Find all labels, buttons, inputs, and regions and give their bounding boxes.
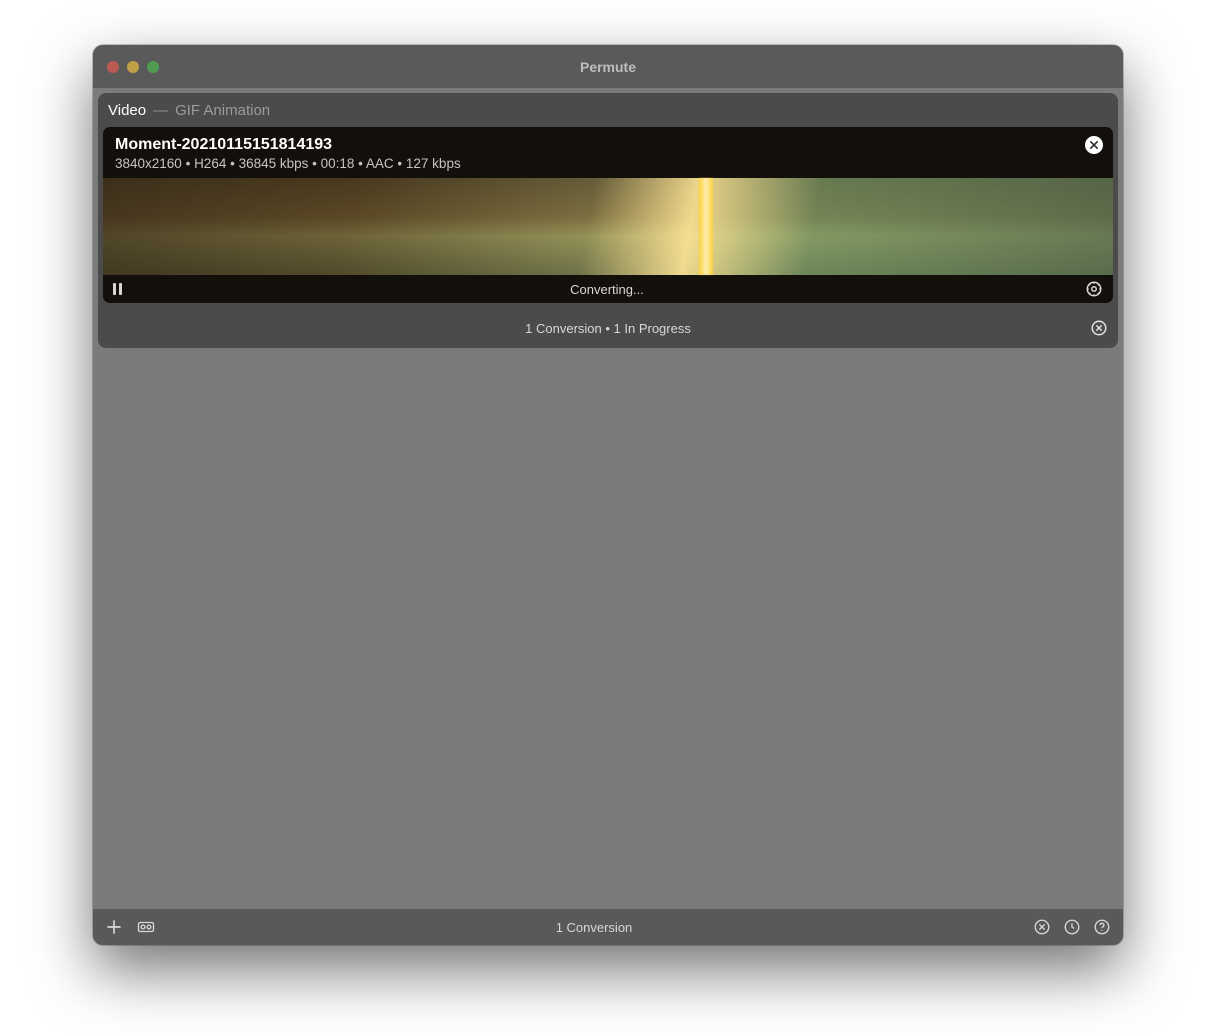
bottom-toolbar: 1 Conversion xyxy=(93,909,1123,945)
history-button[interactable] xyxy=(1063,918,1081,936)
toolbar-summary: 1 Conversion xyxy=(155,920,1033,935)
add-button[interactable] xyxy=(105,918,123,936)
close-icon xyxy=(1090,141,1098,149)
presets-button[interactable] xyxy=(137,918,155,936)
toolbar-left xyxy=(105,918,155,936)
category-label: Video xyxy=(108,102,146,119)
group-footer: 1 Conversion • 1 In Progress xyxy=(98,308,1118,348)
traffic-lights xyxy=(93,61,159,73)
separator: — xyxy=(153,102,168,119)
video-thumbnail xyxy=(103,178,1113,275)
item-controls: Converting... xyxy=(103,275,1113,303)
cancel-all-button[interactable] xyxy=(1033,918,1051,936)
cancel-circle-icon xyxy=(1033,918,1051,936)
group-summary: 1 Conversion • 1 In Progress xyxy=(98,321,1118,336)
help-button[interactable] xyxy=(1093,918,1111,936)
content-area: Video — GIF Animation Moment-20210115151… xyxy=(93,88,1123,909)
conversion-item: Moment-20210115151814193 3840x2160 • H26… xyxy=(103,127,1113,303)
titlebar[interactable]: Permute xyxy=(93,45,1123,88)
conversion-status: Converting... xyxy=(129,282,1085,297)
group-header[interactable]: Video — GIF Animation xyxy=(98,93,1118,127)
item-settings-button[interactable] xyxy=(1085,280,1103,298)
toolbar-right xyxy=(1033,918,1111,936)
pause-icon xyxy=(113,283,116,295)
file-metadata: 3840x2160 • H264 • 36845 kbps • 00:18 • … xyxy=(115,156,1101,171)
gear-icon xyxy=(1085,280,1103,298)
window-title: Permute xyxy=(93,59,1123,75)
target-format-label[interactable]: GIF Animation xyxy=(175,102,270,119)
remove-item-button[interactable] xyxy=(1085,136,1103,154)
file-name: Moment-20210115151814193 xyxy=(115,136,1101,154)
minimize-window-button[interactable] xyxy=(127,61,139,73)
cancel-circle-icon xyxy=(1090,319,1108,337)
close-window-button[interactable] xyxy=(107,61,119,73)
clock-icon xyxy=(1063,918,1081,936)
cancel-group-button[interactable] xyxy=(1090,319,1108,337)
presets-icon xyxy=(137,918,155,936)
plus-icon xyxy=(105,918,123,936)
app-window: Permute Video — GIF Animation Moment-202… xyxy=(93,45,1123,945)
conversion-group: Video — GIF Animation Moment-20210115151… xyxy=(98,93,1118,348)
pause-button[interactable] xyxy=(113,283,129,295)
zoom-window-button[interactable] xyxy=(147,61,159,73)
item-header: Moment-20210115151814193 3840x2160 • H26… xyxy=(103,127,1113,178)
help-icon xyxy=(1093,918,1111,936)
